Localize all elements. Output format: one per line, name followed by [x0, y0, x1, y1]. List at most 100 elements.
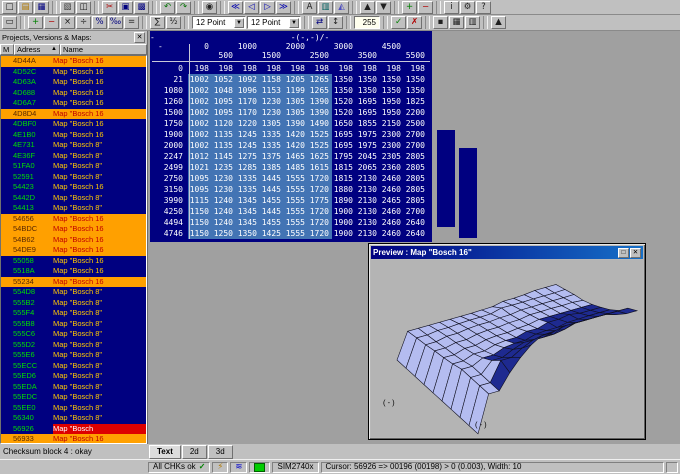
map-cell[interactable]: 1720: [308, 217, 332, 228]
map-cell[interactable]: 1135: [212, 129, 236, 140]
map-cell[interactable]: 1525: [308, 129, 332, 140]
map-list-item[interactable]: 4E731 Map "Bosch 8": [1, 140, 146, 151]
map-cell[interactable]: 1002: [188, 118, 212, 129]
select-button[interactable]: ▭: [2, 16, 17, 29]
map-cell[interactable]: 1695: [356, 96, 380, 107]
map-cell[interactable]: 198: [356, 63, 380, 74]
map-cell[interactable]: 1485: [284, 162, 308, 173]
map-list-item[interactable]: 55ECC Map "Bosch 8": [1, 361, 146, 372]
map-cell[interactable]: 2465: [380, 195, 404, 206]
map-cell[interactable]: 2130: [356, 217, 380, 228]
map-cell[interactable]: 1425: [260, 228, 284, 239]
map-cell[interactable]: 1950: [380, 107, 404, 118]
map-cell[interactable]: 1890: [332, 195, 356, 206]
map-cell[interactable]: 1695: [356, 107, 380, 118]
map-cell[interactable]: 2640: [404, 228, 428, 239]
map-cell[interactable]: 2130: [356, 195, 380, 206]
map-cell[interactable]: 1350: [356, 85, 380, 96]
map-cell[interactable]: 2130: [356, 184, 380, 195]
map-cell[interactable]: 2460: [380, 217, 404, 228]
map-cell[interactable]: 1695: [332, 129, 356, 140]
map-cell[interactable]: 1002: [188, 129, 212, 140]
map-cell[interactable]: 1385: [260, 162, 284, 173]
map-list-item[interactable]: 55EDA Map "Bosch 8": [1, 382, 146, 393]
map-list-item[interactable]: 555B2 Map "Bosch 8": [1, 298, 146, 309]
column-header-name[interactable]: Name: [60, 44, 147, 55]
map-list-item[interactable]: 4D63A Map "Bosch 16: [1, 77, 146, 88]
text-view-button[interactable]: A: [302, 0, 317, 14]
map-list-item[interactable]: 54DE9 Map "Bosch 16: [1, 245, 146, 256]
tab-text[interactable]: Text: [149, 444, 181, 459]
last-map-button[interactable]: ≫: [276, 0, 291, 14]
column-header-adress[interactable]: Adress ▲: [14, 44, 60, 55]
print-button[interactable]: ▧: [60, 0, 75, 14]
map-cell[interactable]: 1095: [188, 184, 212, 195]
map-cell[interactable]: 1720: [308, 184, 332, 195]
map-cell[interactable]: 1390: [284, 118, 308, 129]
map-cell[interactable]: 1002: [188, 140, 212, 151]
map-cell[interactable]: 2300: [380, 129, 404, 140]
map-list-item[interactable]: 4E36F Map "Bosch 8": [1, 151, 146, 162]
map-cell[interactable]: 2700: [404, 206, 428, 217]
map-cell[interactable]: 1335: [236, 173, 260, 184]
map-cell[interactable]: 1720: [308, 206, 332, 217]
swap-button[interactable]: ⇄: [312, 16, 327, 29]
op-equal-button[interactable]: =: [124, 16, 139, 29]
op-minus-button[interactable]: −: [44, 16, 59, 29]
map-cell[interactable]: 1335: [260, 129, 284, 140]
map-cell[interactable]: 1153: [260, 85, 284, 96]
map-cell[interactable]: 1615: [308, 162, 332, 173]
map-cell[interactable]: 1240: [212, 217, 236, 228]
map-cell[interactable]: 2700: [404, 129, 428, 140]
map-cell[interactable]: 1220: [236, 118, 260, 129]
map-list-item[interactable]: 4D8D4 Map "Bosch 16: [1, 108, 146, 119]
close-icon[interactable]: ✕: [134, 32, 145, 43]
map-cell[interactable]: 1815: [332, 162, 356, 173]
op-multiply-button[interactable]: ×: [60, 16, 75, 29]
map-cell[interactable]: 1880: [332, 184, 356, 195]
map-cell[interactable]: 1350: [236, 228, 260, 239]
map-list-item[interactable]: 54BDC Map "Bosch 16: [1, 224, 146, 235]
remove-map-button[interactable]: −: [418, 0, 433, 14]
map-cell[interactable]: 1092: [236, 74, 260, 85]
map-cell[interactable]: 2805: [404, 162, 428, 173]
map-cell[interactable]: 1135: [212, 140, 236, 151]
map-list-item[interactable]: 52591 Map "Bosch 8": [1, 172, 146, 183]
map-cell[interactable]: 1900: [332, 206, 356, 217]
map-cell[interactable]: 1240: [212, 195, 236, 206]
map-cell[interactable]: 1305: [260, 118, 284, 129]
map-list-item[interactable]: 555D2 Map "Bosch 8": [1, 340, 146, 351]
map-cell[interactable]: 1002: [188, 85, 212, 96]
map-list-item[interactable]: 51FA0 Map "Bosch 8": [1, 161, 146, 172]
settings-button[interactable]: ⚙: [460, 0, 475, 14]
display-value-field[interactable]: 255: [354, 16, 380, 29]
map-cell[interactable]: 1170: [236, 107, 260, 118]
map-cell[interactable]: 1375: [260, 151, 284, 162]
map-cell[interactable]: 1490: [308, 118, 332, 129]
map-cell[interactable]: 1350: [332, 85, 356, 96]
map-cell[interactable]: 1158: [260, 74, 284, 85]
map-cell[interactable]: 1455: [260, 217, 284, 228]
op-percent-button[interactable]: %: [92, 16, 107, 29]
map-cell[interactable]: 1555: [284, 217, 308, 228]
map-cell[interactable]: 1390: [308, 96, 332, 107]
preview-3d-plot[interactable]: ( - ) ( - ): [371, 260, 643, 437]
map-cell[interactable]: 2805: [404, 173, 428, 184]
next-map-button[interactable]: ▷: [260, 0, 275, 14]
map-cell[interactable]: 1420: [284, 129, 308, 140]
map-cell[interactable]: 1275: [236, 151, 260, 162]
map-cell[interactable]: 1170: [236, 96, 260, 107]
view-2d-button[interactable]: ▥: [318, 0, 333, 14]
add-map-button[interactable]: +: [402, 0, 417, 14]
map-cell[interactable]: 1096: [236, 85, 260, 96]
map-list-item[interactable]: 54423 Map "Bosch 16: [1, 182, 146, 193]
up-button[interactable]: ▲: [491, 16, 506, 29]
map-cell[interactable]: 1555: [284, 184, 308, 195]
map-cell[interactable]: 2500: [404, 118, 428, 129]
map-cell[interactable]: 2460: [380, 206, 404, 217]
map-cell[interactable]: 1205: [284, 74, 308, 85]
new-button[interactable]: □: [2, 0, 17, 14]
map-cell[interactable]: 1150: [188, 206, 212, 217]
map-cell[interactable]: 1350: [356, 74, 380, 85]
map-cell[interactable]: 198: [404, 63, 428, 74]
